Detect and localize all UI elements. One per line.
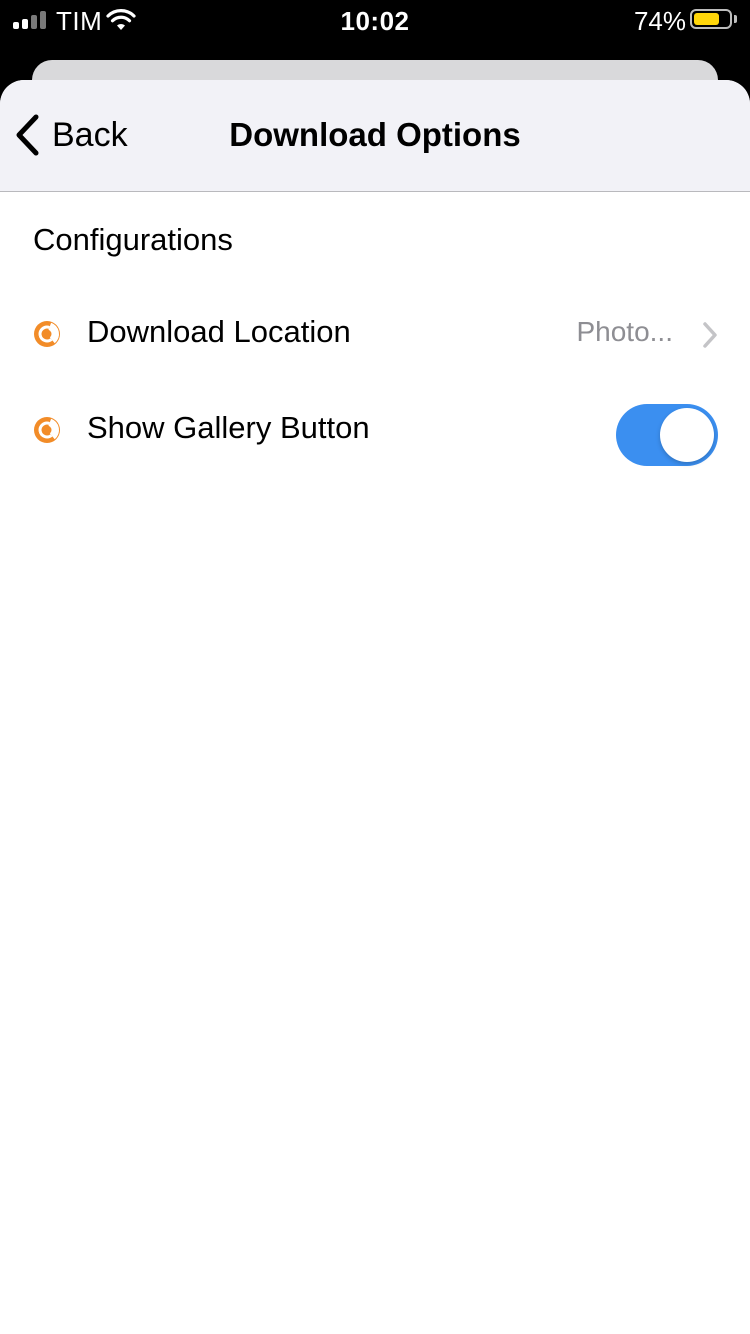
toggle-knob	[660, 408, 714, 462]
download-location-label: Download Location	[87, 314, 351, 349]
status-bar: TIM 10:02 74%	[0, 0, 750, 40]
battery-level	[694, 13, 720, 25]
show-gallery-button-toggle[interactable]	[616, 404, 718, 466]
page-title: Download Options	[229, 116, 521, 153]
battery-percentage: 74%	[633, 6, 686, 36]
navigation-bar: Back Download Options	[0, 80, 750, 192]
battery-icon	[690, 9, 732, 29]
app-logo-icon	[34, 417, 60, 443]
section-header-configurations: Configurations	[33, 222, 233, 257]
battery-tip	[734, 15, 737, 23]
phone-screen: TIM 10:02 74% Back Download Options Conf…	[0, 0, 750, 1334]
show-gallery-button-row: Show Gallery Button	[0, 384, 750, 480]
chevron-right-icon	[703, 322, 717, 348]
app-logo-icon	[34, 321, 60, 347]
download-location-row[interactable]: Download Location Photo...	[0, 288, 750, 384]
show-gallery-button-label: Show Gallery Button	[87, 410, 370, 445]
download-location-value: Photo...	[576, 316, 673, 347]
settings-sheet: Back Download Options Configurations Dow…	[0, 80, 750, 1334]
